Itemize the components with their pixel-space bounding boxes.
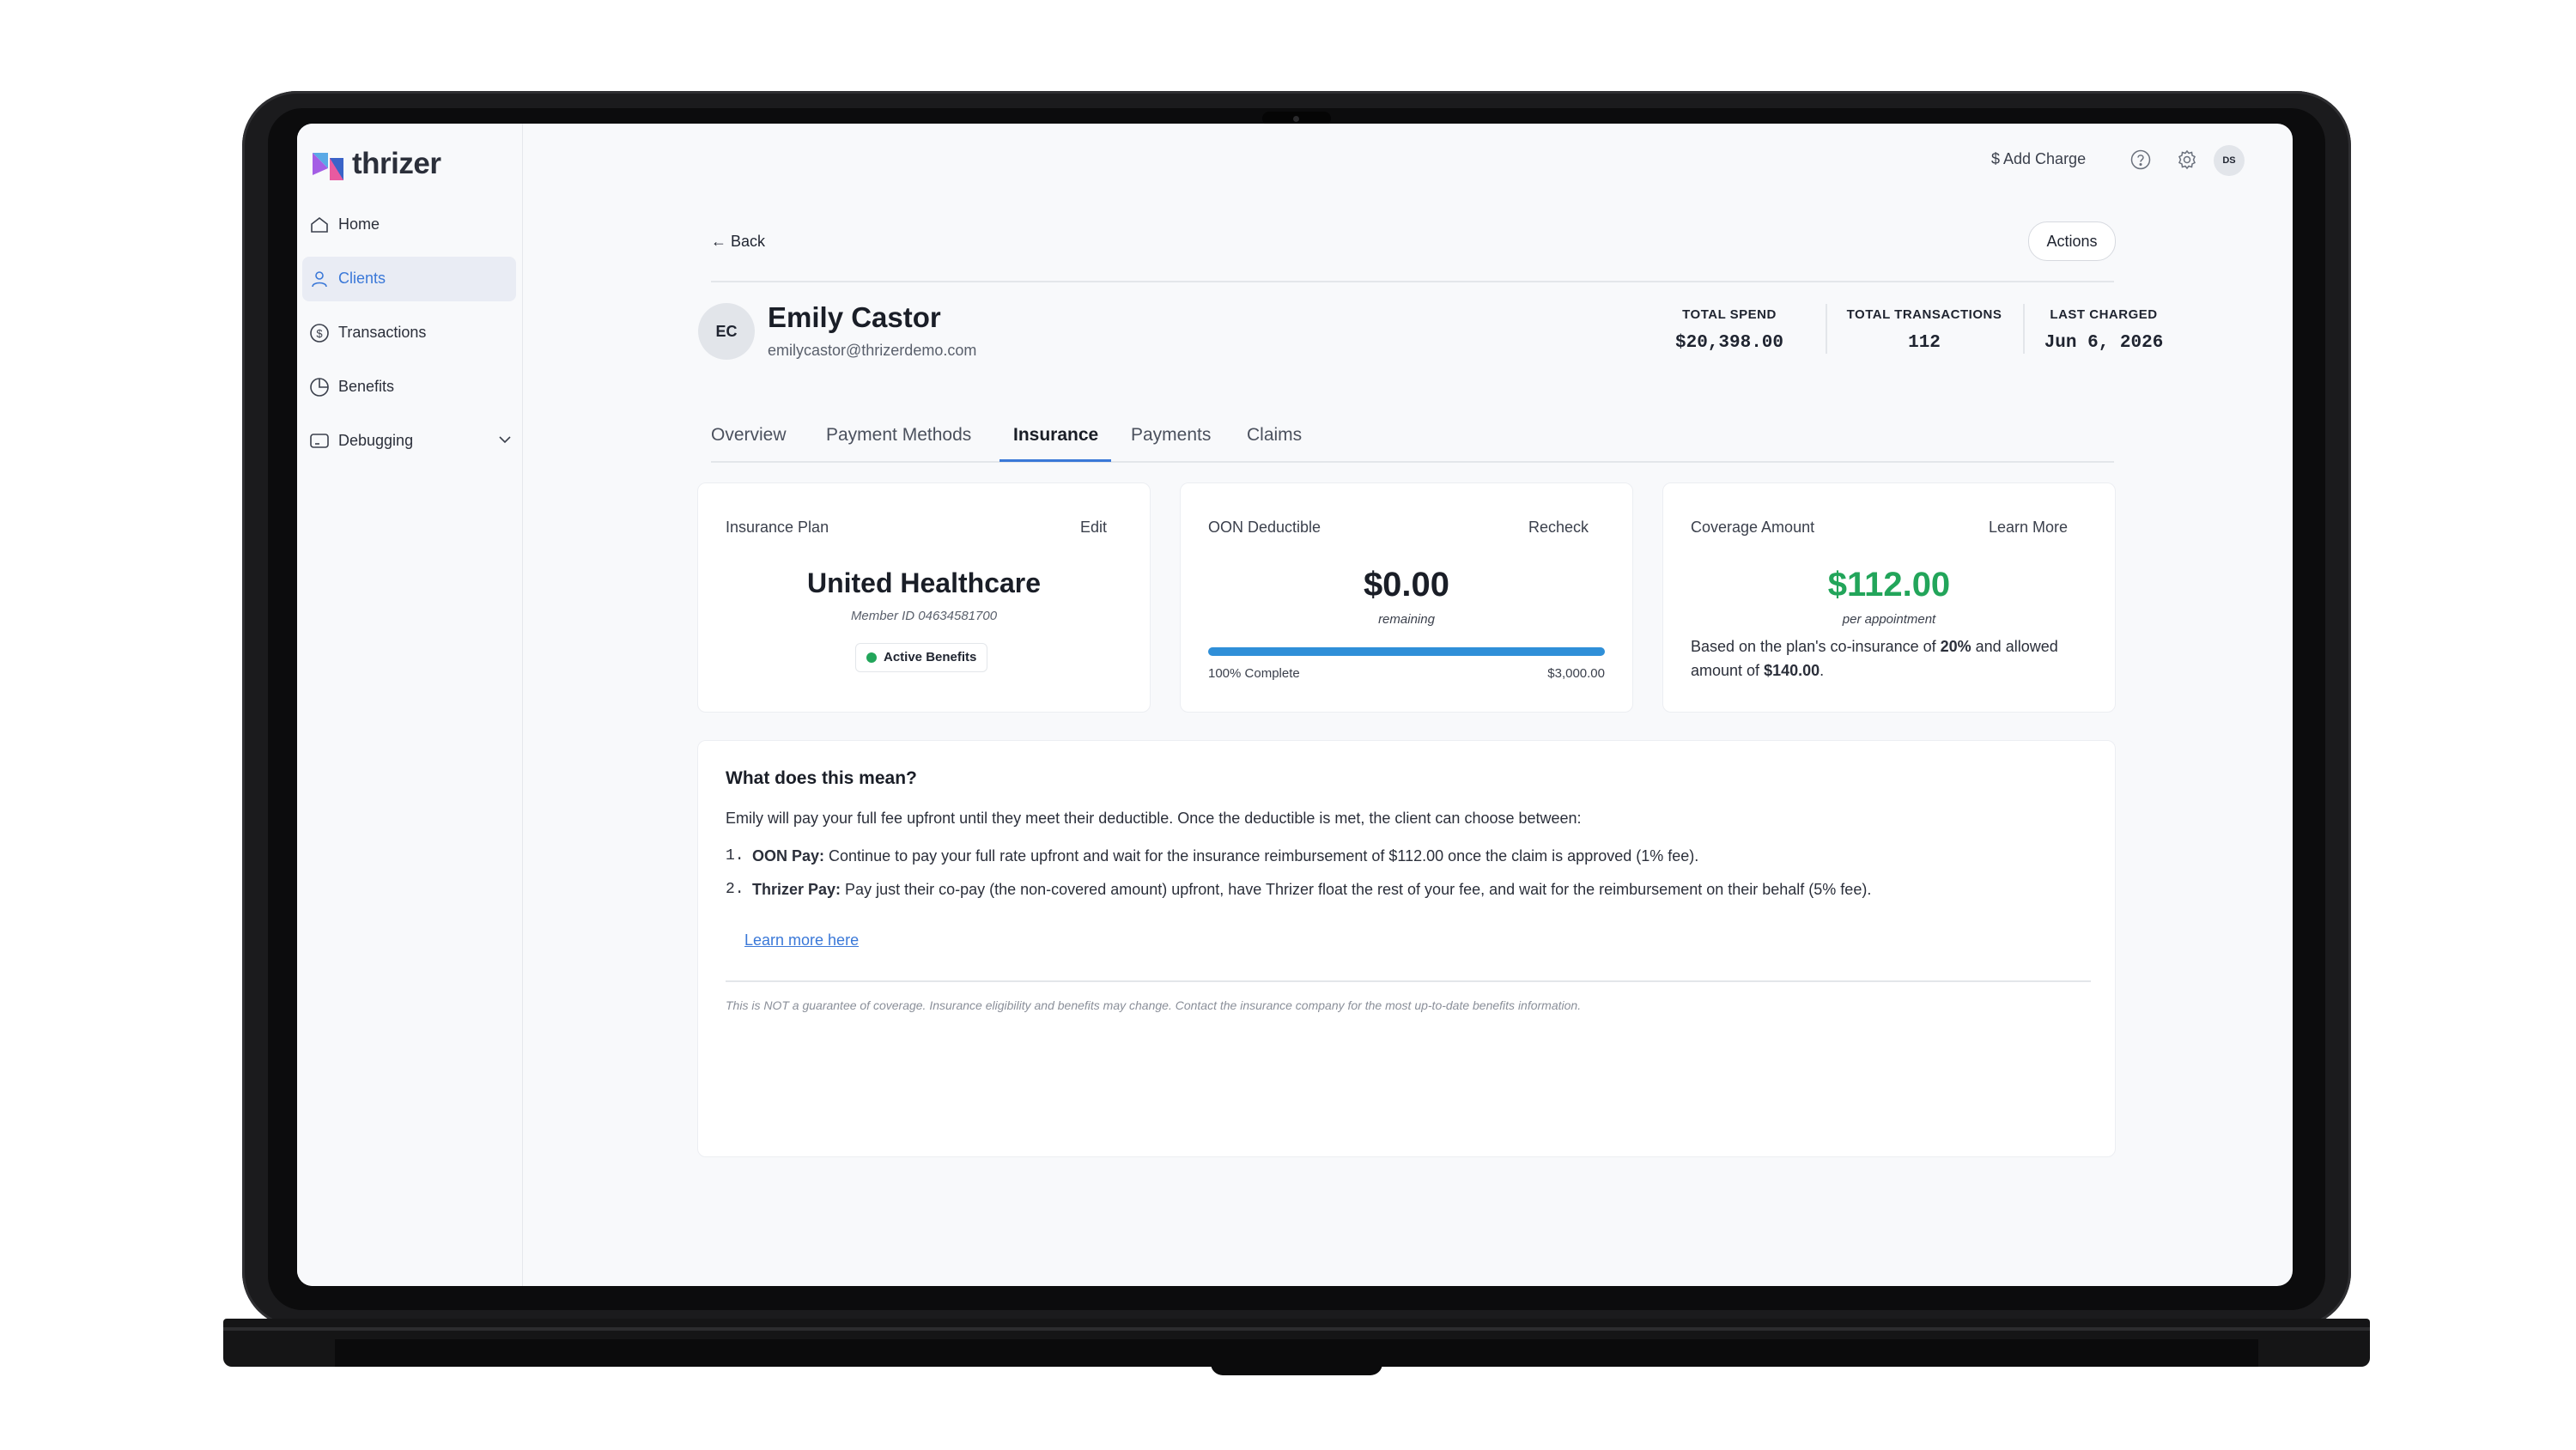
member-id: Member ID 04634581700 <box>850 609 998 623</box>
card-title: Insurance Plan <box>726 519 829 536</box>
explanation-intro: Emily will pay your full fee upfront unt… <box>726 810 1582 827</box>
deductible-progress-bar <box>1208 647 1605 656</box>
sidebar: thrizer Home Clients $ Transactions Bene… <box>297 124 523 1286</box>
deductible-sub: remaining <box>1378 612 1435 627</box>
svg-text:$: $ <box>316 327 323 340</box>
plan-name: United Healthcare <box>806 567 1042 598</box>
stat-value-total-transactions: 112 <box>1908 333 1941 353</box>
stat-label-total-spend: TOTAL SPEND <box>1682 307 1777 322</box>
coinsurance-percent: 20% <box>1940 638 1971 655</box>
sidebar-item-label: Home <box>338 215 380 233</box>
app-screen: thrizer Home Clients $ Transactions Bene… <box>297 124 2293 1286</box>
list-item-text: Continue to pay your full rate upfront a… <box>824 847 1699 865</box>
help-icon[interactable] <box>2129 149 2152 171</box>
back-link[interactable]: ← Back <box>711 233 765 251</box>
oon-deductible-card: OON Deductible Recheck $0.00 remaining 1… <box>1180 482 1633 713</box>
user-icon <box>312 271 327 288</box>
coverage-desc-text: amount of <box>1691 662 1765 679</box>
tabs-divider <box>711 461 2114 463</box>
list-number: 2. <box>726 881 744 898</box>
coverage-amount: $112.00 <box>1827 566 1951 604</box>
card-title: OON Deductible <box>1208 519 1321 536</box>
learn-more-link[interactable]: Learn More <box>1989 519 2068 537</box>
status-badge: Active Benefits <box>855 643 988 672</box>
sidebar-item-label: Benefits <box>338 378 395 395</box>
home-icon <box>311 216 328 233</box>
deductible-total: $3,000.00 <box>1547 666 1605 681</box>
stat-divider <box>2023 304 2025 354</box>
coverage-amount-card: Coverage Amount Learn More $112.00 per a… <box>1662 482 2116 713</box>
stat-value-total-spend: $20,398.00 <box>1674 333 1784 353</box>
coverage-description: Based on the plan's co-insurance of 20% … <box>1691 634 2094 683</box>
list-item-text: Pay just their co-pay (the non-covered a… <box>841 881 1872 898</box>
sidebar-item-benefits[interactable]: Benefits <box>302 365 516 410</box>
tab-payments[interactable]: Payments <box>1131 425 1211 446</box>
stat-value-last-charged: Jun 6, 2026 <box>2044 333 2164 353</box>
coverage-sub: per appointment <box>1842 612 1936 627</box>
coverage-desc-text: Based on the plan's co-insurance of <box>1691 638 1941 655</box>
gear-icon[interactable] <box>2176 149 2198 171</box>
coverage-desc-text: and allowed <box>1971 638 2058 655</box>
thrizer-logo-icon <box>313 153 343 180</box>
insurance-plan-card: Insurance Plan Edit United Healthcare Me… <box>697 482 1151 713</box>
list-item: OON Pay: Continue to pay your full rate … <box>752 847 1698 865</box>
dollar-circle-icon: $ <box>310 324 329 343</box>
status-dot-icon <box>866 652 877 663</box>
sidebar-item-home[interactable]: Home <box>302 203 516 247</box>
edit-link[interactable]: Edit <box>1080 519 1107 537</box>
card-title: Coverage Amount <box>1691 519 1815 536</box>
sidebar-item-transactions[interactable]: $ Transactions <box>302 311 516 355</box>
allowed-amount: $140.00 <box>1764 662 1820 679</box>
learn-more-here-link[interactable]: Learn more here <box>744 931 859 949</box>
tab-payment-methods[interactable]: Payment Methods <box>826 425 971 446</box>
chevron-down-icon[interactable] <box>498 434 512 445</box>
laptop-foot <box>1211 1363 1382 1375</box>
stat-label-last-charged: LAST CHARGED <box>2050 307 2158 322</box>
laptop-base-edge <box>223 1327 2370 1331</box>
progress-label: 100% Complete <box>1208 666 1300 681</box>
explanation-title: What does this mean? <box>726 768 917 788</box>
client-avatar: EC <box>698 303 755 360</box>
list-number: 1. <box>726 847 744 865</box>
sidebar-item-clients[interactable]: Clients <box>302 257 516 301</box>
tab-overview[interactable]: Overview <box>711 425 787 446</box>
tab-insurance[interactable]: Insurance <box>1013 425 1098 446</box>
list-item-term: OON Pay: <box>752 847 825 865</box>
pie-chart-icon <box>310 378 329 397</box>
coverage-desc-text: . <box>1820 662 1825 679</box>
tab-claims[interactable]: Claims <box>1247 425 1302 446</box>
deductible-amount: $0.00 <box>1363 566 1450 604</box>
stat-divider <box>1826 304 1827 354</box>
coverage-disclaimer: This is NOT a guarantee of coverage. Ins… <box>726 998 1582 1012</box>
sidebar-item-label: Clients <box>338 270 386 287</box>
stat-label-total-transactions: TOTAL TRANSACTIONS <box>1846 307 2002 322</box>
client-email: emilycastor@thrizerdemo.com <box>768 342 977 359</box>
badge-label: Active Benefits <box>884 650 977 664</box>
add-charge-button[interactable]: $ Add Charge <box>1991 150 2086 168</box>
list-item: Thrizer Pay: Pay just their co-pay (the … <box>752 881 1871 899</box>
list-item-term: Thrizer Pay: <box>752 881 841 898</box>
monitor-icon <box>310 434 329 448</box>
recheck-link[interactable]: Recheck <box>1528 519 1589 537</box>
actions-button[interactable]: Actions <box>2028 221 2116 261</box>
active-tab-indicator <box>999 459 1111 462</box>
sidebar-item-label: Transactions <box>338 324 427 341</box>
brand-name: thrizer <box>352 147 441 180</box>
sidebar-item-label: Debugging <box>338 432 414 449</box>
deductible-progress-fill <box>1208 647 1605 656</box>
user-avatar[interactable]: DS <box>2214 145 2245 176</box>
sidebar-item-debugging[interactable]: Debugging <box>302 419 516 464</box>
header-divider <box>711 281 2114 282</box>
explanation-divider <box>726 980 2091 982</box>
explanation-card: What does this mean? Emily will pay your… <box>697 740 2116 1157</box>
client-name: Emily Castor <box>768 301 941 333</box>
